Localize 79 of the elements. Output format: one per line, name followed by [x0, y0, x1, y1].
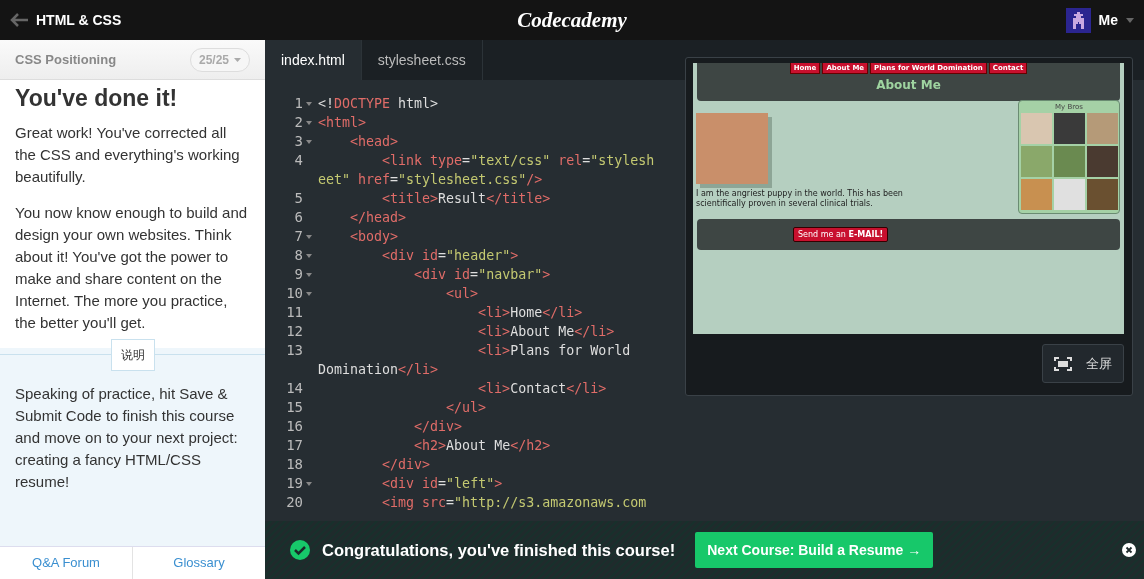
code-line: <div id="left"> — [381, 475, 503, 493]
code-line: <html> — [318, 114, 367, 132]
file-tab[interactable]: index.html — [265, 40, 362, 80]
close-icon[interactable] — [1122, 543, 1136, 557]
avatar-icon[interactable] — [1065, 7, 1091, 33]
fold-caret-icon[interactable] — [306, 139, 312, 144]
code-line: <div id="navbar"> — [413, 266, 551, 284]
line-number: 5 — [294, 189, 303, 208]
email-button[interactable]: Send me an E-MAIL! — [793, 227, 889, 242]
line-number: 12 — [286, 322, 303, 341]
code-line: <body> — [349, 228, 399, 246]
photo-placeholder — [1020, 113, 1052, 144]
forum-link[interactable]: Q&A Forum — [0, 547, 132, 579]
code-line: </ul> — [445, 399, 487, 417]
photo-caption: I am the angriest puppy in the world. This has been scientifically proven in several clinical trials. — [696, 189, 904, 209]
photo-placeholder — [1086, 179, 1118, 210]
caret-icon[interactable] — [1126, 17, 1134, 23]
photo-placeholder — [1086, 146, 1118, 177]
line-number: 15 — [286, 398, 303, 417]
code-line: </div> — [381, 456, 431, 474]
photo-placeholder — [1020, 146, 1052, 177]
line-number: 2 — [294, 113, 303, 132]
code-line: </div> — [413, 418, 463, 436]
lesson-heading: You've done it! — [15, 84, 179, 112]
code-line: <div id="header"> — [381, 247, 519, 265]
code-line: <li>Plans for World Domination</li> — [318, 342, 631, 379]
line-number: 16 — [286, 417, 303, 436]
fold-caret-icon[interactable] — [306, 101, 312, 106]
instructions-label: 说明 — [110, 339, 155, 371]
code-line: <li>About Me</li> — [477, 323, 615, 341]
line-number: 20 — [286, 493, 303, 512]
photo-placeholder — [1053, 179, 1085, 210]
photo-placeholder — [1053, 146, 1085, 177]
fold-caret-icon[interactable] — [306, 120, 312, 125]
fold-caret-icon[interactable] — [306, 291, 312, 296]
fold-caret-icon[interactable] — [306, 253, 312, 258]
photo-placeholder — [1086, 113, 1118, 144]
fold-caret-icon[interactable] — [306, 234, 312, 239]
code-line: <link type="text/css" rel="stylesh eet" href="stylesheet.css"/> — [318, 152, 655, 189]
line-number: 6 — [294, 208, 303, 227]
line-number: 7 — [294, 227, 303, 246]
fullscreen-button[interactable]: 全屏 — [1042, 344, 1124, 383]
lesson-paragraph: Great work! You've corrected all the CSS and everything's working beautifully. — [15, 123, 241, 187]
photo-placeholder — [1053, 113, 1085, 144]
lesson-section-title: CSS Positioning — [15, 50, 117, 69]
check-icon — [290, 540, 310, 560]
line-number: 11 — [286, 303, 303, 322]
line-number: 18 — [286, 455, 303, 474]
code-line: <ul> — [445, 285, 479, 303]
line-number: 10 — [286, 284, 303, 303]
code-line: <h2>About Me</h2> — [413, 437, 551, 455]
instructions-text: Speaking of practice, hit Save & Submit Code to finish this course and move on to your next project: creating a fancy HTML/CSS resume! — [15, 384, 239, 492]
code-line: <title>Result</title> — [381, 190, 551, 208]
line-number: 1 — [294, 94, 303, 113]
code-line: </head> — [349, 209, 407, 227]
logo: Codecademy — [517, 7, 627, 33]
line-number: 13 — [286, 341, 303, 360]
back-arrow-icon[interactable] — [10, 13, 28, 27]
line-number: 9 — [294, 265, 303, 284]
fold-caret-icon[interactable] — [306, 481, 312, 486]
line-number: 4 — [294, 151, 303, 170]
completion-message: Congratulations, you've finished this course! — [322, 540, 676, 560]
code-line: <li>Contact</li> — [477, 380, 607, 398]
line-number: 19 — [286, 474, 303, 493]
fullscreen-icon — [1054, 356, 1072, 371]
course-title[interactable]: HTML & CSS — [36, 12, 122, 28]
line-number: 3 — [294, 132, 303, 151]
code-line: <head> — [349, 133, 399, 151]
code-line: <!DOCTYPE html> — [318, 95, 439, 113]
line-number: 8 — [294, 246, 303, 265]
code-line: <img src="http://s3.amazonaws.com — [381, 494, 647, 512]
line-number: 14 — [286, 379, 303, 398]
fold-caret-icon[interactable] — [306, 272, 312, 277]
line-number: 17 — [286, 436, 303, 455]
code-line: <li>Home</li> — [477, 304, 583, 322]
page-title: About Me — [876, 77, 941, 93]
lesson-paragraph: You now know enough to build and design your own websites. Think about it! You've got the power to make and share content on the Internet. The more you practice, the better you'll get. — [15, 203, 249, 333]
user-name[interactable]: Me — [1098, 12, 1118, 28]
photo-placeholder — [1020, 179, 1052, 210]
